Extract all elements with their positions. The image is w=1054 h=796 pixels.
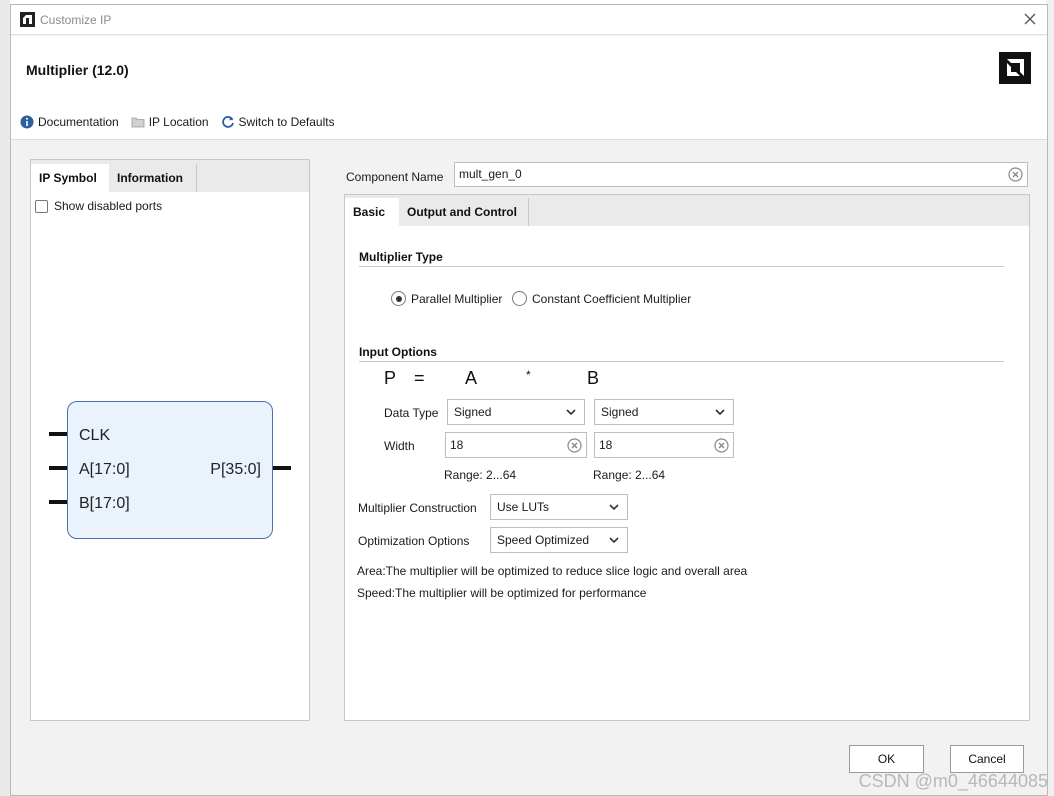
port-p: P[35:0] bbox=[210, 461, 261, 478]
width-b-range: Range: 2...64 bbox=[593, 468, 666, 482]
tab-basic[interactable]: Basic bbox=[345, 198, 399, 226]
formula-equals: = bbox=[414, 368, 425, 388]
optimization-options-label: Optimization Options bbox=[358, 534, 470, 548]
documentation-button[interactable]: Documentation bbox=[20, 115, 119, 129]
width-label: Width bbox=[384, 439, 415, 453]
parallel-multiplier-radio[interactable] bbox=[391, 291, 406, 306]
constant-coefficient-radio[interactable] bbox=[512, 291, 527, 306]
component-name-input[interactable]: mult_gen_0 bbox=[454, 162, 1028, 187]
chevron-down-icon bbox=[609, 504, 619, 511]
show-disabled-ports-row[interactable]: Show disabled ports bbox=[35, 199, 162, 213]
clear-icon[interactable] bbox=[1008, 167, 1023, 182]
port-b: B[17:0] bbox=[79, 495, 130, 512]
ip-location-button[interactable]: IP Location bbox=[131, 115, 209, 129]
chevron-down-icon bbox=[715, 409, 725, 416]
ip-title: Multiplier (12.0) bbox=[26, 62, 129, 78]
port-a: A[17:0] bbox=[79, 461, 130, 478]
speed-note: Speed:The multiplier will be optimized f… bbox=[357, 586, 647, 600]
ip-symbol-panel: IP Symbol Information Show disabled port… bbox=[30, 159, 310, 721]
input-options-title: Input Options bbox=[359, 345, 437, 359]
chevron-down-icon bbox=[609, 537, 619, 544]
ip-location-label: IP Location bbox=[148, 115, 209, 129]
vivado-logo-icon bbox=[20, 12, 35, 27]
width-a-value: 18 bbox=[450, 438, 464, 452]
tab-information[interactable]: Information bbox=[109, 164, 197, 192]
folder-icon bbox=[131, 117, 145, 128]
settings-panel: Basic Output and Control Multiplier Type… bbox=[344, 194, 1030, 721]
chevron-down-icon bbox=[566, 409, 576, 416]
pin-a bbox=[49, 466, 67, 470]
switch-to-defaults-button[interactable]: Switch to Defaults bbox=[221, 115, 335, 129]
pin-b bbox=[49, 500, 67, 504]
show-disabled-ports-label: Show disabled ports bbox=[54, 199, 163, 213]
formula-a: A bbox=[465, 368, 478, 388]
documentation-label: Documentation bbox=[38, 115, 119, 129]
customize-ip-dialog: Customize IP Multiplier (12.0) Documenta… bbox=[10, 4, 1048, 796]
component-name-label: Component Name bbox=[346, 170, 444, 184]
multiplier-construction-value: Use LUTs bbox=[497, 500, 550, 514]
multiplier-type-divider bbox=[359, 266, 1004, 267]
info-icon bbox=[20, 115, 34, 129]
parallel-multiplier-label: Parallel Multiplier bbox=[411, 291, 503, 306]
ip-symbol-block: CLK A[17:0] B[17:0] P[35:0] bbox=[67, 401, 273, 539]
clear-icon[interactable] bbox=[714, 438, 729, 453]
show-disabled-ports-checkbox[interactable] bbox=[35, 199, 48, 213]
close-icon[interactable] bbox=[1023, 12, 1037, 26]
dialog-header: Multiplier (12.0) Documentation IP Locat… bbox=[11, 36, 1047, 140]
refresh-icon bbox=[221, 116, 234, 128]
port-clk: CLK bbox=[79, 427, 111, 444]
multiplier-type-title: Multiplier Type bbox=[359, 250, 443, 264]
constant-coefficient-option[interactable]: Constant Coefficient Multiplier bbox=[512, 291, 691, 306]
background-window-edge bbox=[0, 0, 10, 796]
csdn-watermark: CSDN @m0_46644085 bbox=[858, 771, 1048, 791]
data-type-b-value: Signed bbox=[601, 405, 639, 419]
left-tab-bar: IP Symbol Information bbox=[31, 160, 309, 192]
formula-b: B bbox=[587, 368, 600, 388]
toolbar: Documentation IP Location Switch to Defa… bbox=[20, 113, 347, 131]
formula-multiply: * bbox=[526, 368, 531, 382]
constant-coefficient-label: Constant Coefficient Multiplier bbox=[532, 291, 692, 306]
amd-logo-icon bbox=[999, 52, 1031, 84]
tab-output-and-control[interactable]: Output and Control bbox=[399, 198, 529, 226]
data-type-label: Data Type bbox=[384, 406, 439, 420]
clear-icon[interactable] bbox=[567, 438, 582, 453]
configuration-area: Component Name mult_gen_0 Basic Output a… bbox=[344, 159, 1030, 721]
optimization-options-select[interactable]: Speed Optimized bbox=[490, 527, 628, 553]
data-type-a-value: Signed bbox=[454, 405, 492, 419]
switch-to-defaults-label: Switch to Defaults bbox=[238, 115, 335, 129]
multiplier-construction-select[interactable]: Use LUTs bbox=[490, 494, 628, 520]
ok-button[interactable]: OK bbox=[849, 745, 924, 773]
cancel-button[interactable]: Cancel bbox=[950, 745, 1024, 773]
title-bar: Customize IP bbox=[11, 5, 1047, 35]
tab-ip-symbol[interactable]: IP Symbol bbox=[31, 164, 109, 192]
parallel-multiplier-option[interactable]: Parallel Multiplier bbox=[391, 291, 502, 306]
optimization-options-value: Speed Optimized bbox=[497, 533, 590, 547]
pin-p bbox=[273, 466, 291, 470]
input-options-divider bbox=[359, 361, 1004, 362]
multiplier-construction-label: Multiplier Construction bbox=[358, 501, 477, 515]
width-a-range: Range: 2...64 bbox=[444, 468, 517, 482]
width-b-input[interactable]: 18 bbox=[594, 432, 734, 458]
right-tab-bar: Basic Output and Control bbox=[345, 195, 1029, 226]
window-title: Customize IP bbox=[40, 13, 112, 27]
pin-clk bbox=[49, 432, 67, 436]
data-type-a-select[interactable]: Signed bbox=[447, 399, 585, 425]
width-b-value: 18 bbox=[599, 438, 613, 452]
formula-p: P bbox=[384, 368, 397, 388]
width-a-input[interactable]: 18 bbox=[445, 432, 587, 458]
area-note: Area:The multiplier will be optimized to… bbox=[357, 564, 748, 578]
data-type-b-select[interactable]: Signed bbox=[594, 399, 734, 425]
component-name-value: mult_gen_0 bbox=[459, 167, 522, 181]
